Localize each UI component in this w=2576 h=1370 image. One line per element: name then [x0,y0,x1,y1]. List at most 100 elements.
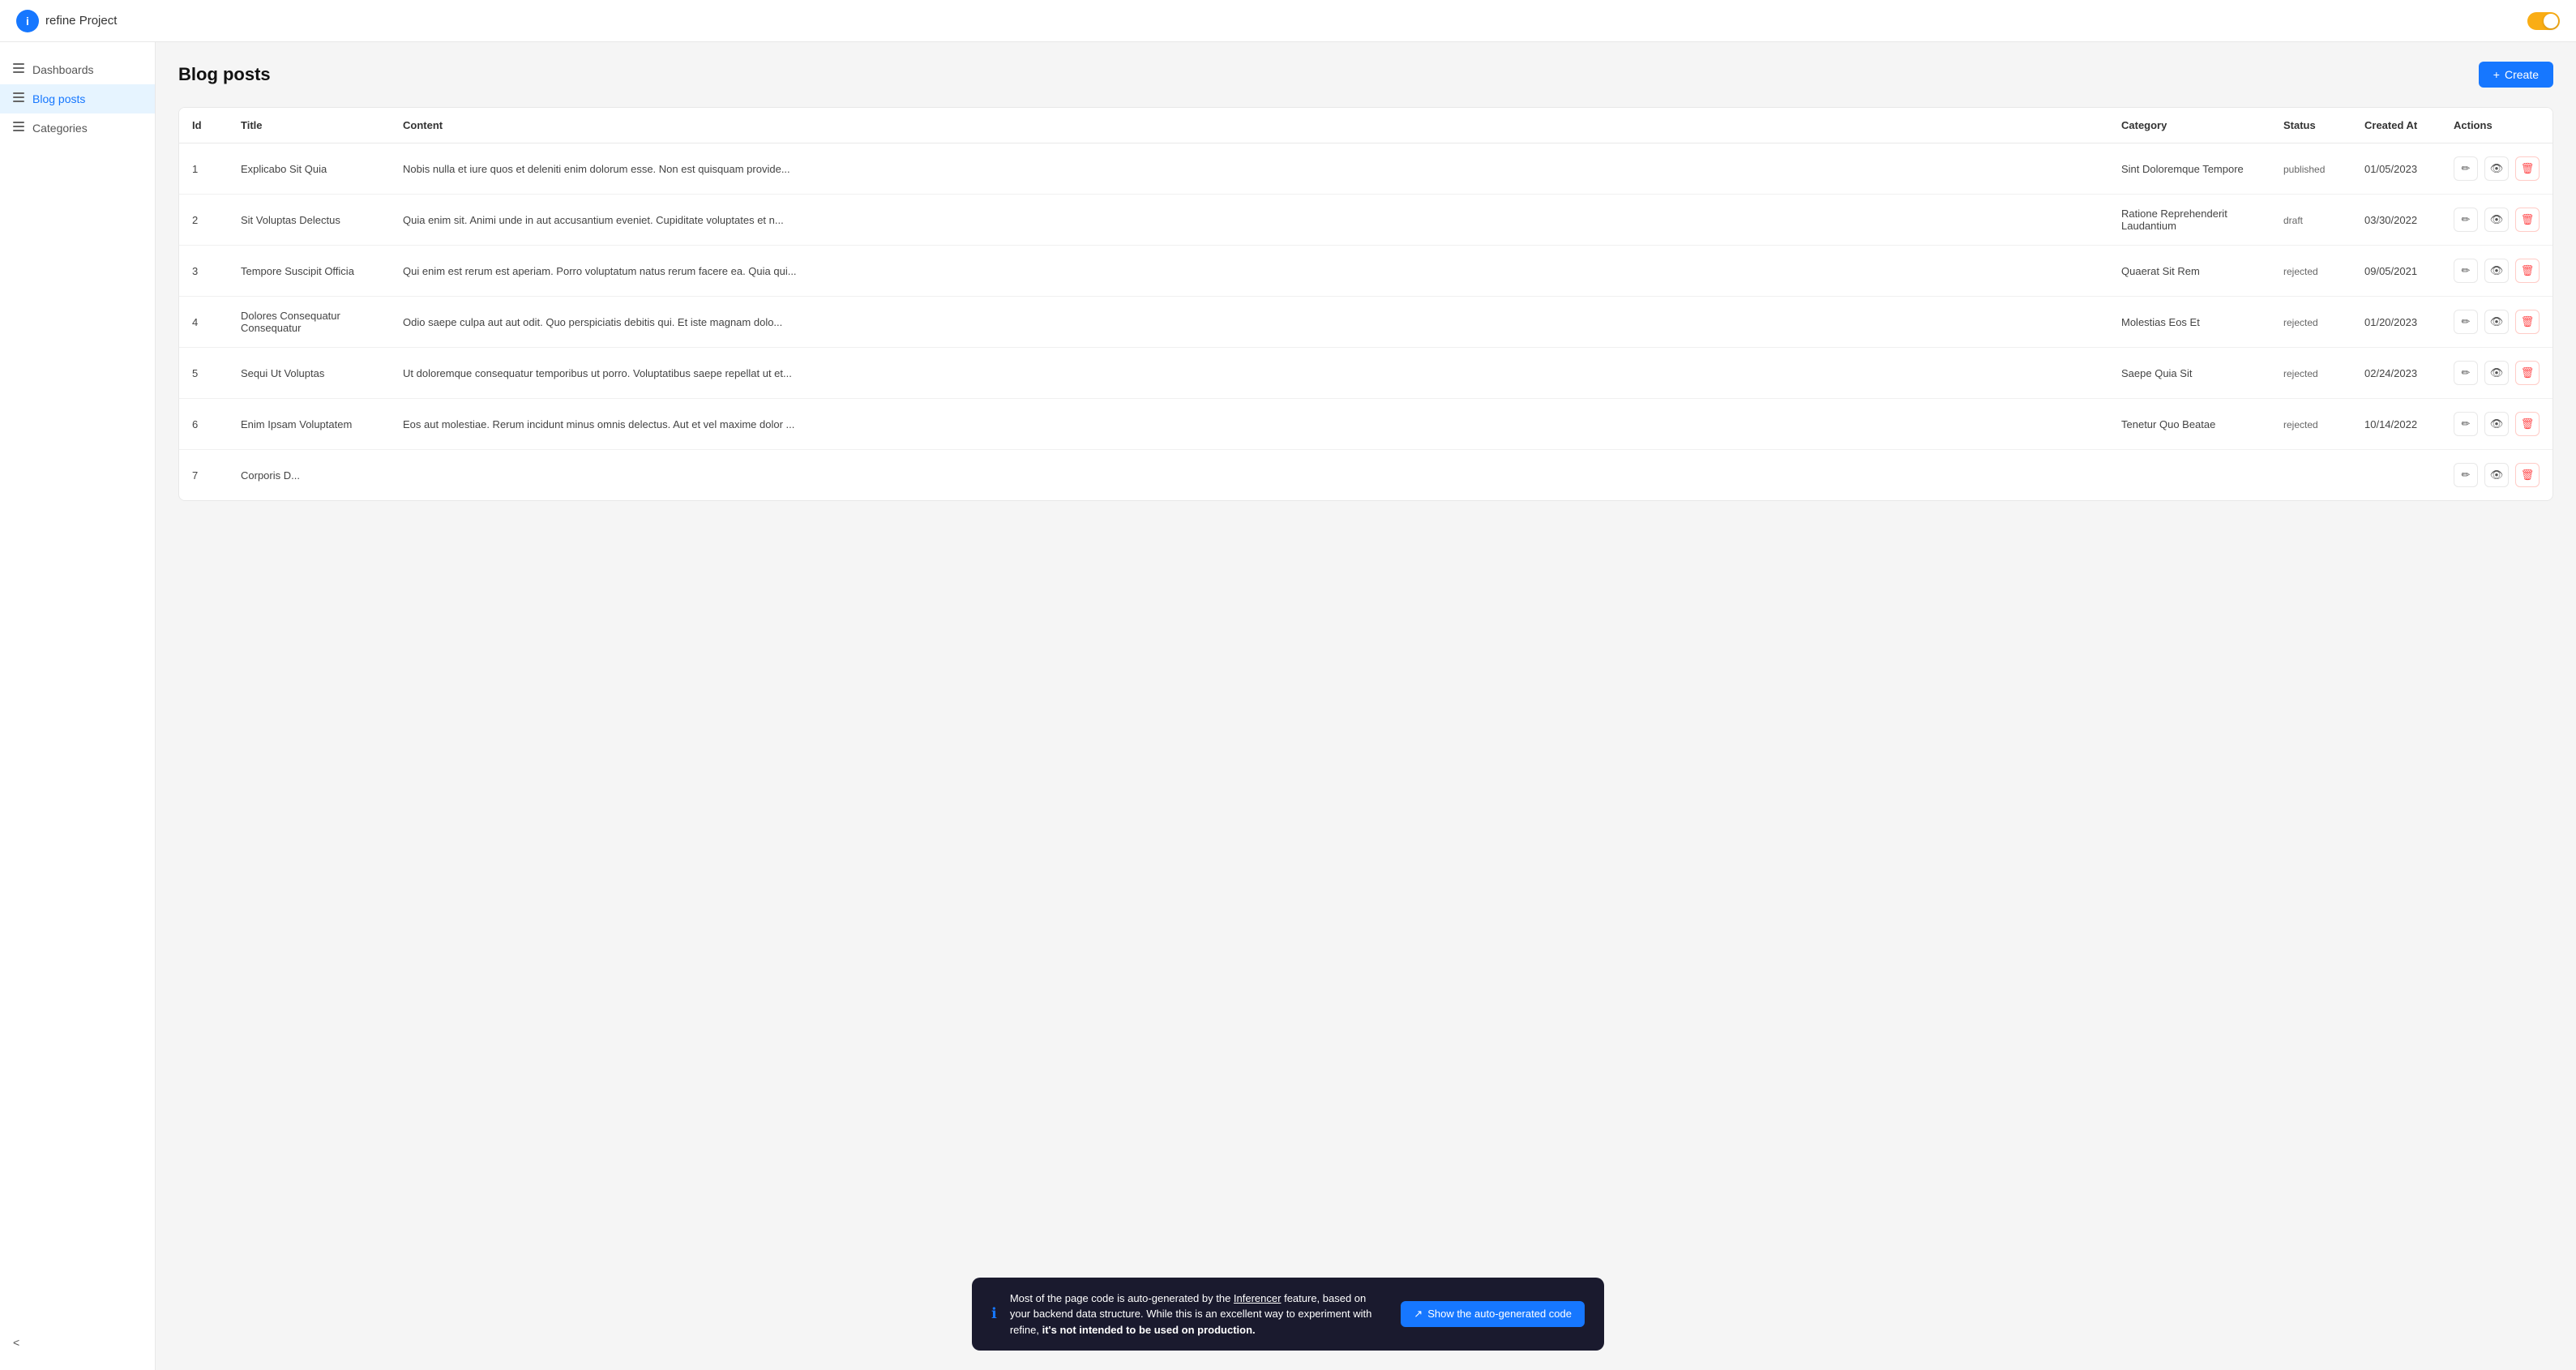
cell-created-at [2351,450,2441,501]
cell-title: Tempore Suscipit Officia [228,246,390,297]
sidebar-item-dashboards[interactable]: Dashboards [0,55,155,84]
cell-created-at: 10/14/2022 [2351,399,2441,450]
cell-title: Corporis D... [228,450,390,501]
view-button[interactable]: 👁 [2484,463,2509,487]
table-row: 1 Explicabo Sit Quia Nobis nulla et iure… [179,143,2552,195]
create-button[interactable]: + Create [2479,62,2553,88]
sidebar-item-blog-posts[interactable]: Blog posts [0,84,155,113]
delete-button[interactable]: 🗑 [2515,156,2540,181]
view-button[interactable]: 👁 [2484,310,2509,334]
cell-content: Odio saepe culpa aut aut odit. Quo persp… [390,297,2108,348]
col-header-status: Status [2270,108,2351,143]
delete-button[interactable]: 🗑 [2515,412,2540,436]
app-logo: i [16,10,39,32]
cell-created-at: 01/05/2023 [2351,143,2441,195]
cell-actions: ✏ 👁 🗑 [2441,450,2552,501]
cell-created-at: 09/05/2021 [2351,246,2441,297]
col-header-title: Title [228,108,390,143]
edit-button[interactable]: ✏ [2454,259,2478,283]
hamburger-icon [13,63,26,76]
cell-id: 5 [179,348,228,399]
cell-status: rejected [2270,399,2351,450]
cell-created-at: 01/20/2023 [2351,297,2441,348]
cell-id: 2 [179,195,228,246]
col-header-category: Category [2108,108,2270,143]
theme-toggle[interactable] [2527,12,2560,30]
sidebar-collapse-button[interactable]: < [0,1328,155,1357]
delete-button[interactable]: 🗑 [2515,208,2540,232]
category-icon [13,122,26,135]
cell-status: draft [2270,195,2351,246]
cell-content: Nobis nulla et iure quos et deleniti eni… [390,143,2108,195]
col-header-created-at: Created At [2351,108,2441,143]
cell-status: rejected [2270,246,2351,297]
col-header-id: Id [179,108,228,143]
cell-id: 6 [179,399,228,450]
cell-created-at: 03/30/2022 [2351,195,2441,246]
cell-content: Ut doloremque consequatur temporibus ut … [390,348,2108,399]
view-button[interactable]: 👁 [2484,361,2509,385]
cell-content [390,450,2108,501]
list-icon [13,92,26,105]
cell-category [2108,450,2270,501]
cell-category: Tenetur Quo Beatae [2108,399,2270,450]
table-row: 6 Enim Ipsam Voluptatem Eos aut molestia… [179,399,2552,450]
top-bar: i refine Project [0,0,2576,42]
cell-category: Saepe Quia Sit [2108,348,2270,399]
cell-content: Qui enim est rerum est aperiam. Porro vo… [390,246,2108,297]
blog-posts-table: Id Title Content Category Status Created… [178,107,2553,501]
cell-category: Sint Doloremque Tempore [2108,143,2270,195]
view-button[interactable]: 👁 [2484,259,2509,283]
table-header-row: Id Title Content Category Status Created… [179,108,2552,143]
notification-banner: ℹ Most of the page code is auto-generate… [972,1278,1604,1351]
view-button[interactable]: 👁 [2484,156,2509,181]
edit-button[interactable]: ✏ [2454,156,2478,181]
edit-button[interactable]: ✏ [2454,361,2478,385]
cell-status: published [2270,143,2351,195]
cell-title: Dolores Consequatur Consequatur [228,297,390,348]
delete-button[interactable]: 🗑 [2515,463,2540,487]
edit-button[interactable]: ✏ [2454,310,2478,334]
cell-created-at: 02/24/2023 [2351,348,2441,399]
cell-title: Explicabo Sit Quia [228,143,390,195]
cell-category: Molestias Eos Et [2108,297,2270,348]
cell-content: Quia enim sit. Animi unde in aut accusan… [390,195,2108,246]
cell-status: rejected [2270,297,2351,348]
cell-content: Eos aut molestiae. Rerum incidunt minus … [390,399,2108,450]
table-row: 3 Tempore Suscipit Officia Qui enim est … [179,246,2552,297]
page-header: Blog posts + Create [178,62,2553,88]
delete-button[interactable]: 🗑 [2515,361,2540,385]
table-row: 2 Sit Voluptas Delectus Quia enim sit. A… [179,195,2552,246]
delete-button[interactable]: 🗑 [2515,259,2540,283]
cell-actions: ✏ 👁 🗑 [2441,297,2552,348]
edit-button[interactable]: ✏ [2454,208,2478,232]
cell-title: Enim Ipsam Voluptatem [228,399,390,450]
delete-button[interactable]: 🗑 [2515,310,2540,334]
sidebar: Dashboards Blog posts Categories < [0,42,156,1370]
logo-area: i refine Project [16,10,117,32]
cell-actions: ✏ 👁 🗑 [2441,195,2552,246]
show-code-button[interactable]: ↗ Show the auto-generated code [1401,1301,1585,1327]
cell-title: Sit Voluptas Delectus [228,195,390,246]
col-header-content: Content [390,108,2108,143]
cell-status [2270,450,2351,501]
col-header-actions: Actions [2441,108,2552,143]
edit-button[interactable]: ✏ [2454,412,2478,436]
cell-actions: ✏ 👁 🗑 [2441,399,2552,450]
view-button[interactable]: 👁 [2484,208,2509,232]
edit-button[interactable]: ✏ [2454,463,2478,487]
table-row: 7 Corporis D... ✏ 👁 🗑 [179,450,2552,501]
cell-actions: ✏ 👁 🗑 [2441,348,2552,399]
app-title: refine Project [45,14,117,28]
sidebar-item-categories[interactable]: Categories [0,113,155,143]
cell-title: Sequi Ut Voluptas [228,348,390,399]
main-content: Blog posts + Create Id Title Content Cat… [156,42,2576,1370]
external-link-icon: ↗ [1414,1308,1423,1321]
page-title: Blog posts [178,64,271,85]
cell-category: Quaerat Sit Rem [2108,246,2270,297]
view-button[interactable]: 👁 [2484,412,2509,436]
cell-status: rejected [2270,348,2351,399]
cell-category: Ratione Reprehenderit Laudantium [2108,195,2270,246]
inferencer-link[interactable]: Inferencer [1234,1292,1282,1304]
cell-actions: ✏ 👁 🗑 [2441,246,2552,297]
